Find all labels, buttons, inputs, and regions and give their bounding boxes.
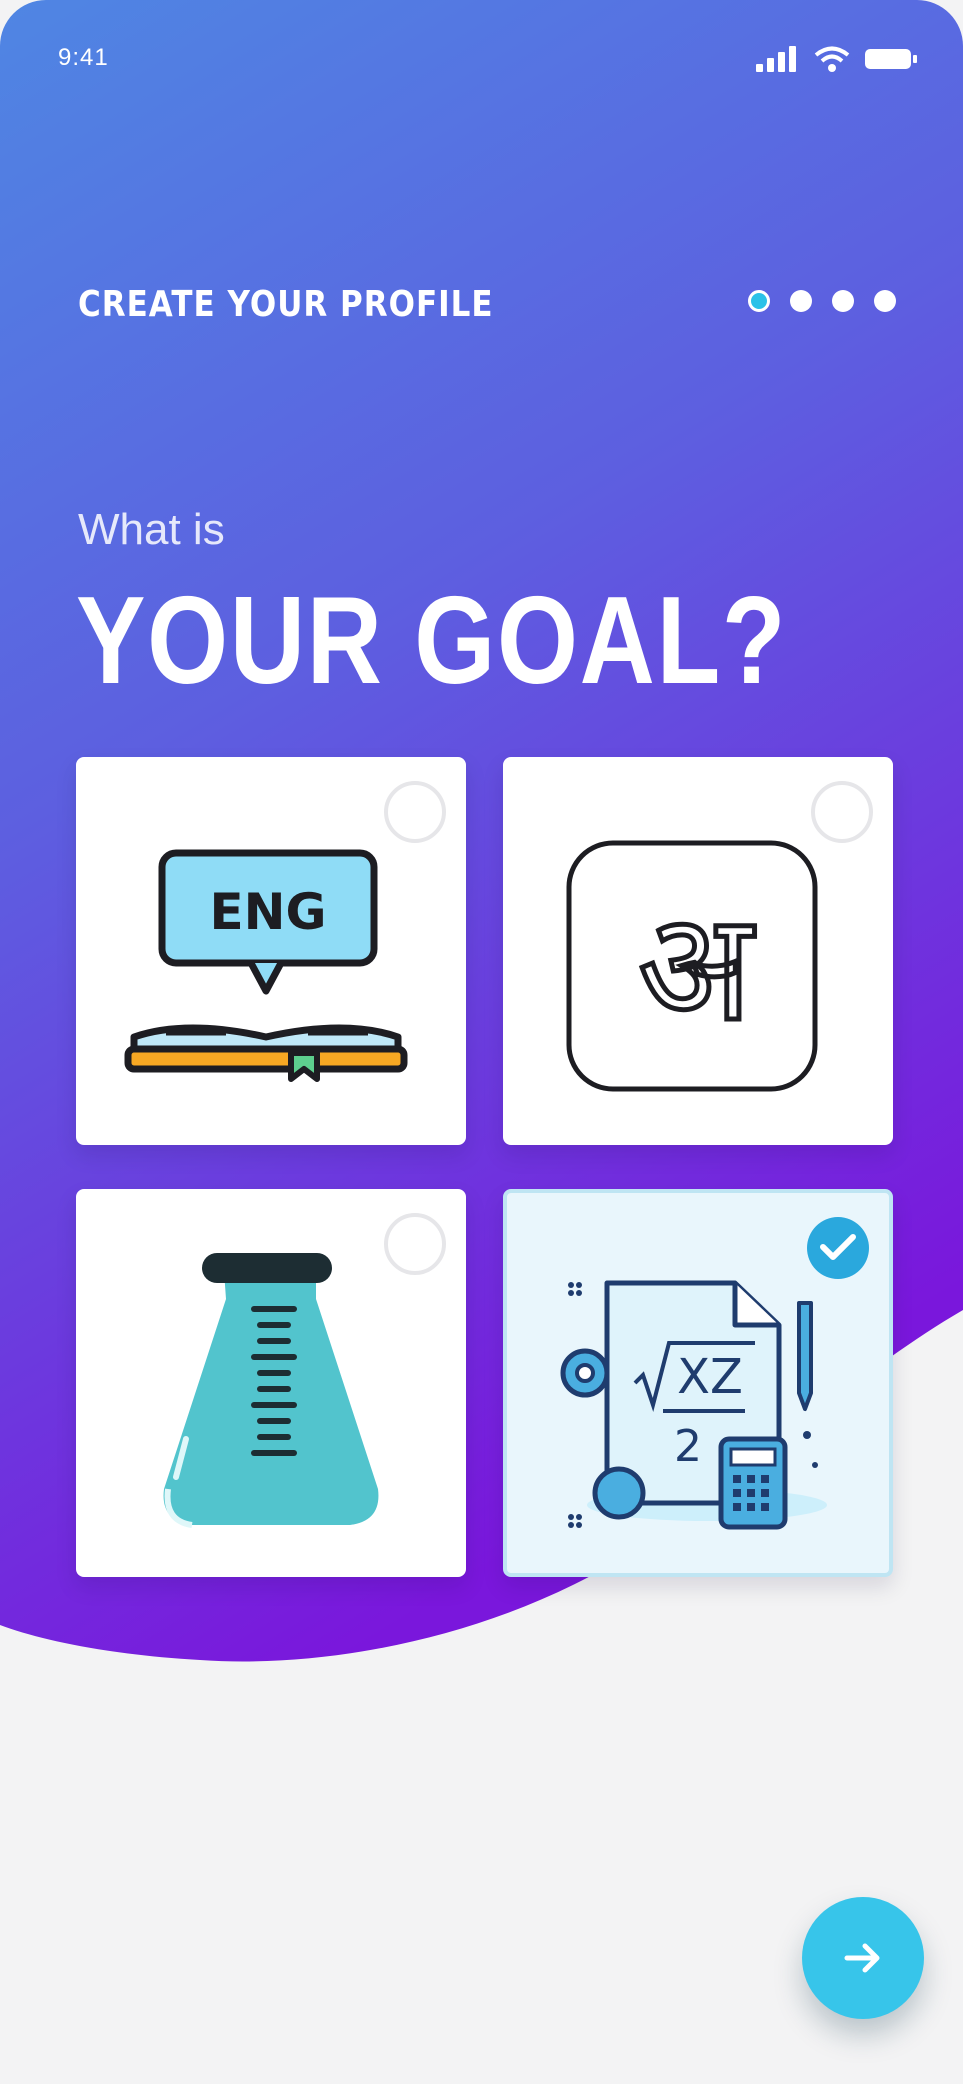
page-kicker: CREATE YOUR PROFILE	[78, 284, 494, 326]
goal-card-hindi[interactable]: अ	[503, 757, 893, 1145]
step-dot	[790, 290, 812, 312]
svg-text:2: 2	[674, 1421, 702, 1472]
goal-card-english[interactable]: ENG	[76, 757, 466, 1145]
svg-text:XZ: XZ	[677, 1349, 743, 1405]
signal-icon	[756, 46, 796, 72]
goal-card-maths[interactable]: XZ 2	[503, 1189, 893, 1577]
step-dot	[874, 290, 896, 312]
math-worksheet-icon: XZ 2	[560, 1280, 827, 1530]
question-title: YOUR GOAL?	[76, 572, 788, 710]
goal-card-science[interactable]	[76, 1189, 466, 1577]
step-indicator	[748, 290, 896, 312]
eng-book-icon: ENG	[124, 849, 408, 1082]
question-lead: What is	[78, 505, 225, 554]
next-button[interactable]	[802, 1897, 924, 2019]
wifi-icon	[814, 46, 850, 72]
battery-icon	[865, 49, 917, 69]
hindi-letter-icon: अ	[566, 840, 818, 1092]
status-time: 9:41	[58, 44, 109, 71]
flask-icon	[163, 1253, 379, 1528]
step-dot-current	[748, 290, 770, 312]
hindi-letter: अ	[638, 881, 755, 1055]
step-dot	[832, 290, 854, 312]
phone-screen: 9:41 CREATE YOUR PROFILE What is YOUR GO…	[0, 0, 963, 2084]
arrow-right-icon	[844, 1943, 880, 1973]
status-bar: 9:41	[58, 40, 918, 80]
eng-label: ENG	[209, 883, 326, 941]
